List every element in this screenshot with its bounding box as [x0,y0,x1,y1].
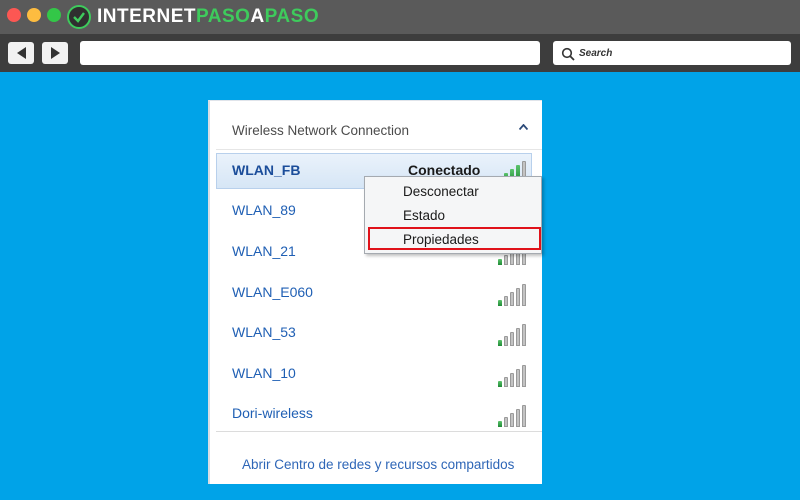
signal-strength-icon [498,280,532,306]
brand-text-internet: INTERNET [97,6,196,27]
panel-header: Wireless Network Connection [232,123,410,138]
network-name[interactable]: Dori-wireless [232,405,313,421]
brand-logo-icon [67,5,91,29]
brand-name: INTERNETPASOAPASO [97,4,319,30]
signal-strength-icon [498,361,532,387]
wireless-network-panel: Wireless Network Connection WLAN_FB Cone… [208,100,542,484]
signal-strength-icon [498,401,532,427]
browser-title-bar: INTERNETPASOAPASO [0,0,800,34]
back-button[interactable] [8,42,34,64]
minimize-window-button[interactable] [27,8,41,22]
back-arrow-icon [16,47,26,59]
menu-item-propiedades[interactable]: Propiedades [403,232,479,247]
menu-item-desconectar[interactable]: Desconectar [403,184,479,199]
site-brand: INTERNETPASOAPASO [67,4,319,30]
footer-divider [216,431,542,432]
brand-text-paso-2: PASO [264,6,320,27]
chevron-up-icon[interactable] [518,123,529,133]
maximize-window-button[interactable] [47,8,61,22]
search-icon [561,46,575,61]
open-network-center-link[interactable]: Abrir Centro de redes y recursos compart… [242,457,514,472]
header-divider [216,149,542,150]
forward-button[interactable] [42,42,68,64]
network-context-menu: Desconectar Estado Propiedades [364,176,542,254]
brand-text-paso: PASO [196,6,251,27]
network-name[interactable]: WLAN_FB [232,162,300,178]
network-name[interactable]: WLAN_10 [232,365,296,381]
search-placeholder: Search [579,47,613,59]
close-window-button[interactable] [7,8,21,22]
forward-arrow-icon [50,47,60,59]
network-name[interactable]: WLAN_89 [232,202,296,218]
network-name[interactable]: WLAN_E060 [232,284,313,300]
brand-text-a: A [250,6,265,27]
network-name[interactable]: WLAN_21 [232,243,296,259]
menu-item-estado[interactable]: Estado [403,208,445,223]
search-input[interactable]: Search [553,41,791,65]
signal-strength-icon [498,320,532,346]
address-bar[interactable] [80,41,540,65]
browser-toolbar: Search [0,34,800,72]
network-name[interactable]: WLAN_53 [232,324,296,340]
